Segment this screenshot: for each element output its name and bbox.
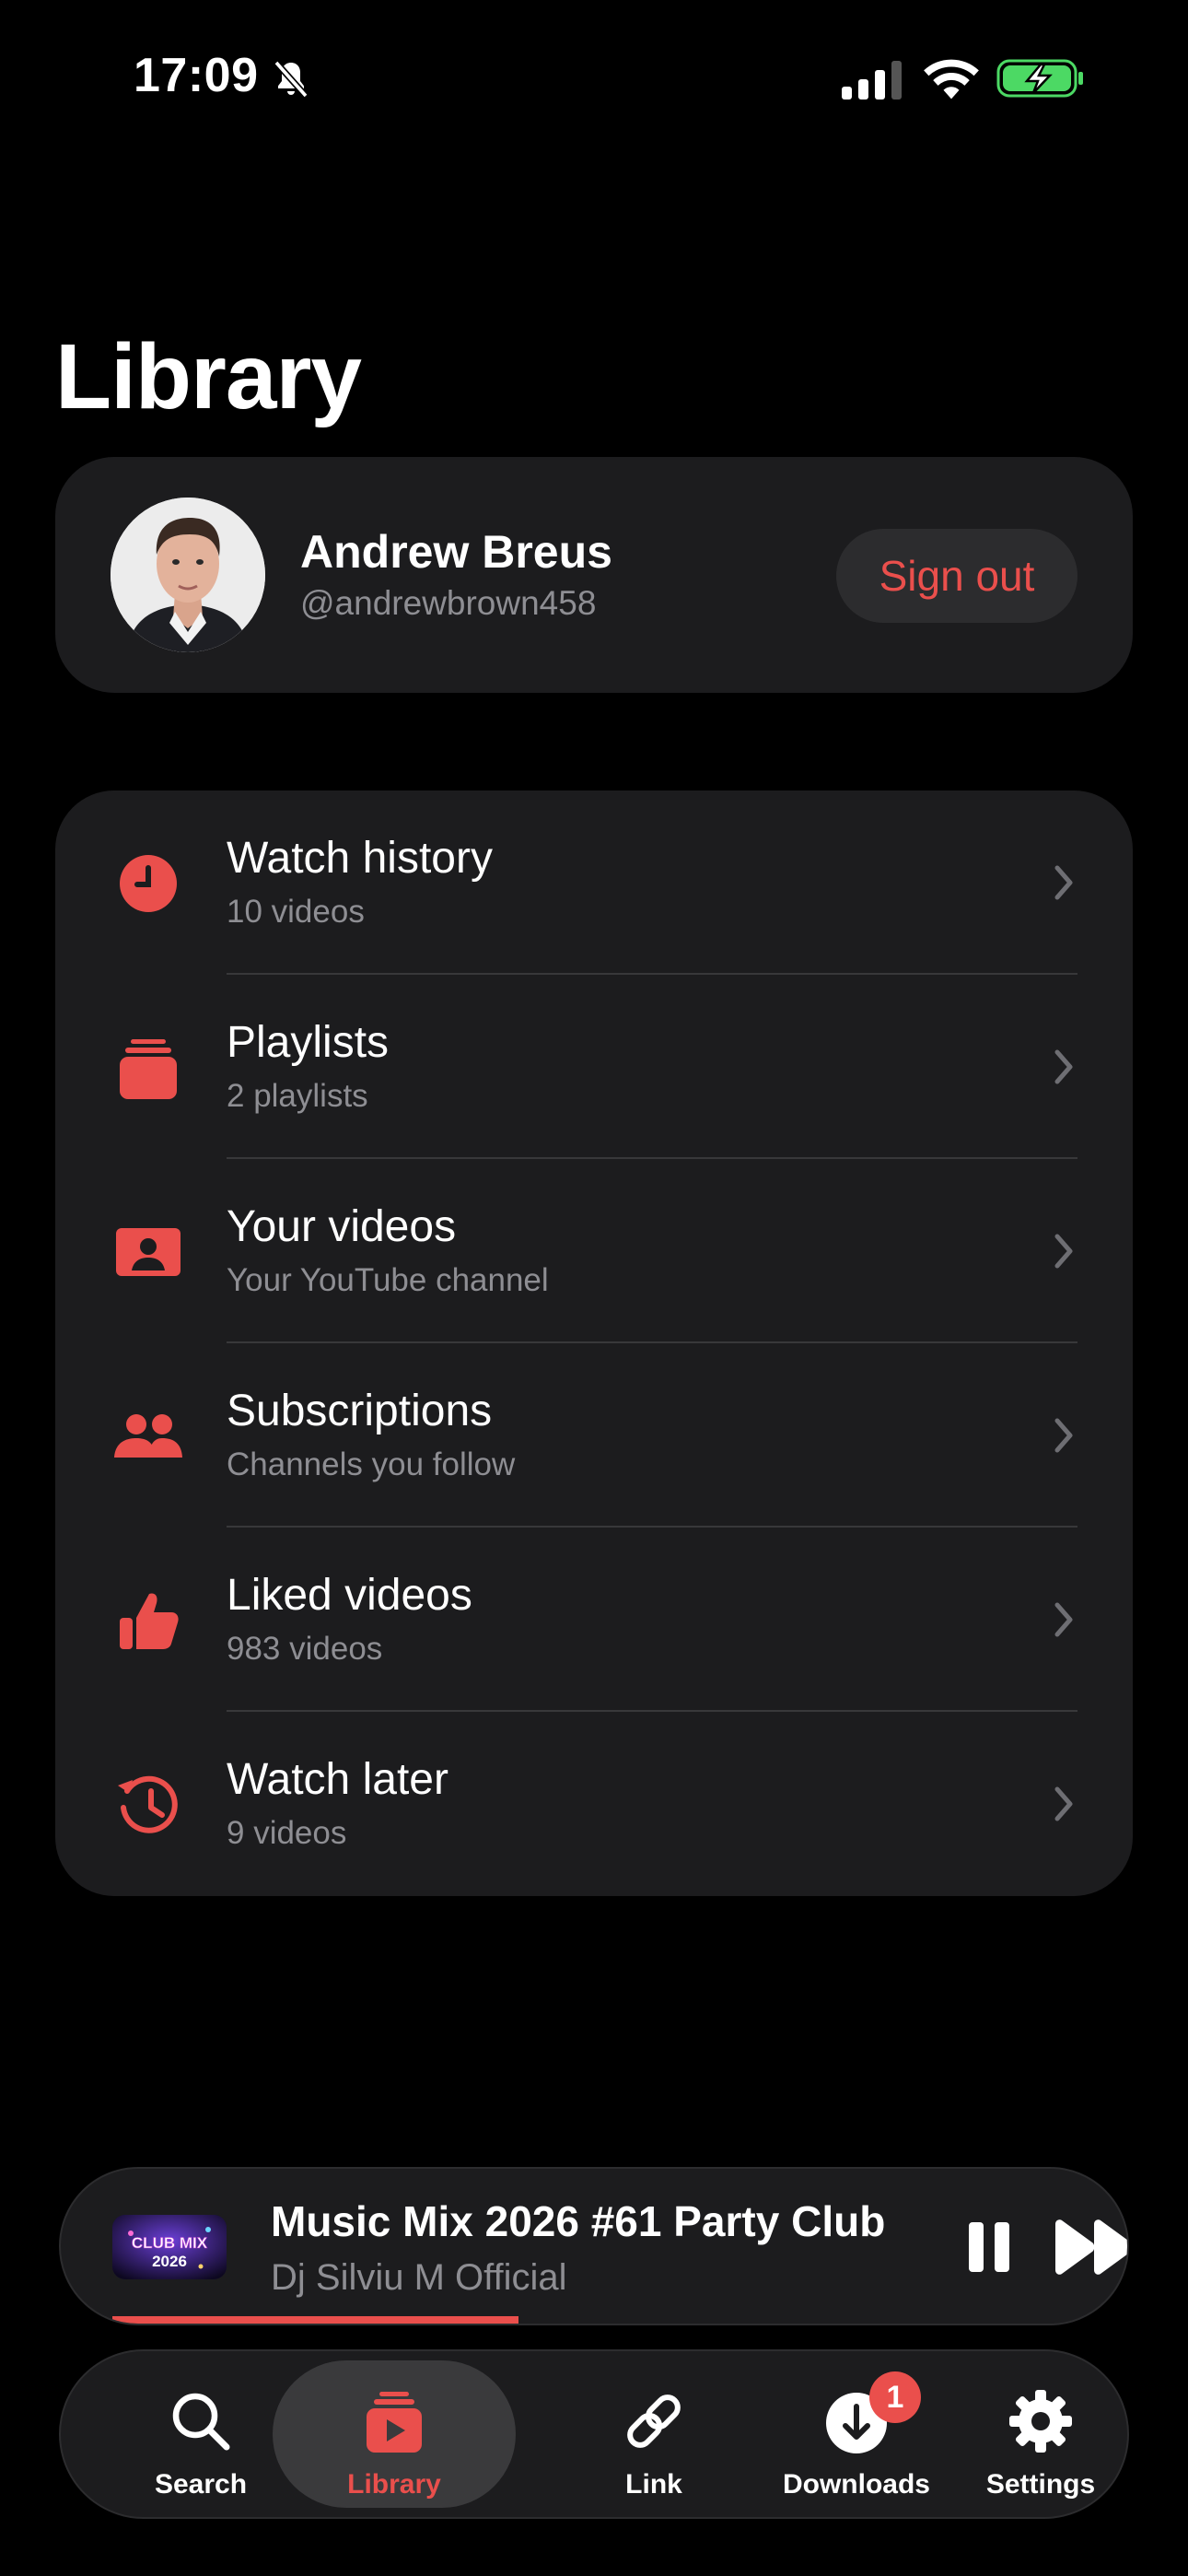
list-item-subscriptions[interactable]: Subscriptions Channels you follow (55, 1343, 1133, 1528)
profile-handle: @andrewbrown458 (300, 584, 597, 622)
list-item-watch-later[interactable]: Watch later 9 videos (55, 1712, 1133, 1896)
row-title: Watch history (227, 834, 493, 883)
track-thumbnail: CLUB MIX 2026 (112, 2215, 227, 2279)
row-subtitle: 2 playlists (227, 1078, 368, 1114)
chevron-right-icon (1054, 1234, 1073, 1269)
link-icon (627, 2395, 681, 2448)
thumbnail-text-line2: 2026 (152, 2253, 187, 2270)
mini-player[interactable]: CLUB MIX 2026 Music Mix 2026 #61 Party C… (59, 2167, 1129, 2325)
row-subtitle: 983 videos (227, 1631, 383, 1667)
people-icon (114, 1414, 182, 1458)
tab-bar: Search Library Link 1 Downloads Settings (59, 2349, 1129, 2519)
profile-card: Andrew Breus @andrewbrown458 Sign out (55, 457, 1133, 693)
page-title: Library (55, 325, 362, 428)
person-card-icon (116, 1228, 181, 1276)
row-title: Subscriptions (227, 1387, 493, 1435)
row-title: Watch later (227, 1755, 448, 1804)
tab-label: Downloads (782, 2469, 930, 2500)
chevron-right-icon (1054, 865, 1073, 900)
fast-forward-icon[interactable] (1052, 2217, 1129, 2277)
thumbnail-text-line1: CLUB MIX (132, 2234, 208, 2252)
playlist-stack-icon (120, 1039, 177, 1099)
playback-progress-fill (112, 2316, 518, 2324)
playback-progress[interactable] (112, 2316, 1079, 2324)
track-title: Music Mix 2026 #61 Party Club (271, 2197, 886, 2245)
tab-label: Link (625, 2469, 682, 2500)
library-list: Watch history 10 videos Playlists 2 play… (55, 790, 1133, 1896)
tab-link[interactable]: Link (553, 2360, 755, 2508)
row-title: Liked videos (227, 1571, 472, 1620)
pause-icon[interactable] (963, 2217, 1015, 2277)
row-subtitle: 10 videos (227, 894, 365, 930)
list-item-playlists[interactable]: Playlists 2 playlists (55, 975, 1133, 1159)
thumbs-up-icon (120, 1593, 179, 1649)
tab-library[interactable]: Library (273, 2360, 516, 2508)
library-screen: 17:09 Library Andrew Breus @andrewbrown4… (0, 0, 1188, 2576)
chevron-right-icon (1054, 1602, 1073, 1637)
list-item-watch-history[interactable]: Watch history 10 videos (55, 790, 1133, 975)
status-time: 17:09 (134, 49, 259, 102)
clock-icon (120, 855, 177, 912)
avatar (111, 498, 265, 652)
battery-charging-icon (996, 59, 1083, 98)
tab-label: Search (154, 2469, 248, 2500)
gear-icon (1009, 2390, 1072, 2453)
chevron-right-icon (1054, 1418, 1073, 1453)
tab-search[interactable]: Search (99, 2360, 302, 2508)
chevron-right-icon (1054, 1786, 1073, 1821)
tab-label: Library (347, 2469, 441, 2500)
library-icon (367, 2392, 422, 2453)
wifi-icon (924, 59, 979, 100)
bell-muted-icon (274, 60, 309, 99)
history-clock-icon (118, 1775, 178, 1833)
chevron-right-icon (1054, 1049, 1073, 1084)
profile-name: Andrew Breus (300, 526, 612, 578)
row-subtitle: 9 videos (227, 1815, 347, 1851)
search-icon (172, 2393, 230, 2451)
cellular-signal-icon (842, 61, 902, 100)
row-title: Your videos (227, 1202, 457, 1251)
row-subtitle: Your YouTube channel (227, 1262, 549, 1298)
tab-label: Settings (985, 2469, 1096, 2500)
row-subtitle: Channels you follow (227, 1446, 516, 1482)
tab-settings[interactable]: Settings (958, 2360, 1124, 2508)
sign-out-button[interactable]: Sign out (836, 529, 1077, 623)
tab-downloads[interactable]: 1 Downloads (755, 2360, 958, 2508)
list-item-liked-videos[interactable]: Liked videos 983 videos (55, 1528, 1133, 1712)
list-item-your-videos[interactable]: Your videos Your YouTube channel (55, 1159, 1133, 1343)
downloads-badge: 1 (869, 2371, 921, 2423)
track-artist: Dj Silviu M Official (271, 2257, 567, 2298)
row-title: Playlists (227, 1018, 390, 1067)
